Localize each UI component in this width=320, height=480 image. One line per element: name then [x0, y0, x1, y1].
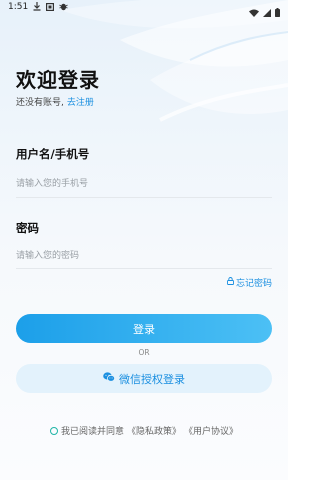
status-right-icons: [249, 2, 280, 21]
download-icon: [33, 2, 41, 13]
lock-icon: [227, 277, 234, 288]
wechat-login-button[interactable]: 微信授权登录: [16, 364, 272, 393]
no-account-text: 还没有账号,: [16, 98, 64, 108]
bug-icon: [59, 2, 68, 13]
username-label: 用户名/手机号: [16, 147, 90, 161]
square-icon: [46, 2, 55, 13]
agreement-prefix: 我已阅读并同意: [60, 427, 124, 437]
password-label: 密码: [16, 221, 39, 235]
wechat-button-label: 微信授权登录: [119, 372, 185, 386]
forgot-password-link[interactable]: 忘记密码: [227, 276, 272, 289]
login-button-label: 登录: [133, 322, 155, 336]
username-divider: [16, 197, 272, 198]
agreement-row: 我已阅读并同意 《隐私政策》 《用户协议》: [0, 424, 288, 437]
username-input[interactable]: 请输入您的手机号: [16, 172, 272, 192]
page-title: 欢迎登录: [16, 68, 100, 92]
login-button[interactable]: 登录: [16, 314, 272, 343]
battery-icon: [275, 2, 280, 21]
signal-icon: [263, 2, 271, 21]
wechat-icon: [103, 372, 115, 385]
user-agreement-link[interactable]: 《用户协议》: [184, 424, 238, 437]
agreement-checkbox[interactable]: [49, 426, 58, 435]
password-input[interactable]: 请输入您的密码: [16, 244, 272, 264]
password-divider: [16, 268, 272, 269]
or-divider-text: OR: [138, 348, 150, 357]
register-prompt: 还没有账号, 去注册: [16, 95, 94, 108]
register-link[interactable]: 去注册: [67, 95, 94, 108]
wifi-icon: [249, 2, 259, 21]
forgot-password-label: 忘记密码: [235, 279, 272, 289]
status-time: 1:51: [8, 2, 29, 12]
privacy-policy-link[interactable]: 《隐私政策》: [127, 424, 181, 437]
status-left-icons: [33, 2, 68, 13]
